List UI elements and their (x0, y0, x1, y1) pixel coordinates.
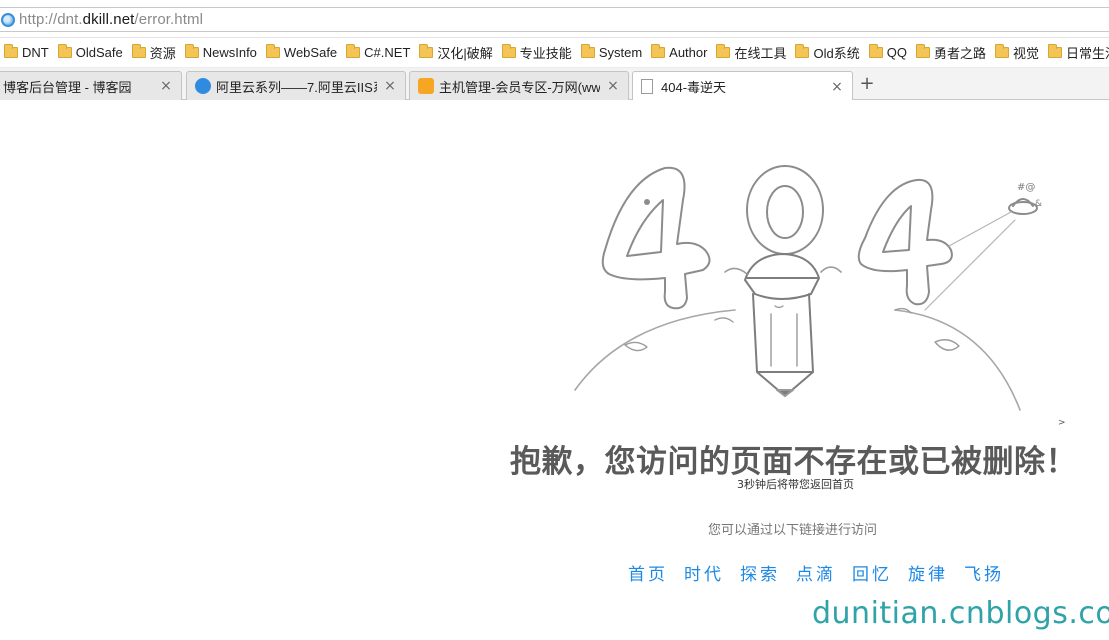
folder-icon (915, 44, 930, 58)
folder-icon (131, 44, 146, 58)
close-icon[interactable]: × (830, 79, 844, 95)
folder-icon (4, 44, 18, 58)
folder-icon (716, 44, 731, 58)
link-explore[interactable]: 探索 (740, 560, 780, 585)
tab-host-management[interactable]: 主机管理-会员专区-万网(www. × (409, 71, 629, 100)
close-icon[interactable]: × (383, 78, 397, 94)
tab-title: 博客后台管理 - 博客园 (3, 79, 132, 95)
url-field[interactable]: http://dnt.dkill.net/error.html (0, 7, 1109, 32)
bookmark-localize-crack[interactable]: 汉化|破解 (415, 41, 495, 65)
close-icon[interactable]: × (606, 78, 620, 94)
link-soar[interactable]: 飞扬 (964, 560, 1004, 585)
tab-title: 404-毒逆天 (661, 80, 727, 95)
globe-icon (1, 12, 15, 27)
new-tab-button[interactable]: + (856, 74, 878, 96)
folder-icon (795, 44, 810, 58)
folder-icon (994, 44, 1009, 58)
hint-text: 您可以通过以下链接进行访问 (708, 523, 878, 538)
page-content: #@ & > 抱歉，您访问的页面不存在或已被删除！ 3秒钟后将带您返回首页 您可… (0, 100, 1109, 640)
address-bar: http://dnt.dkill.net/error.html (0, 0, 1109, 38)
redirect-notice: 3秒钟后将带您返回首页 (737, 478, 854, 491)
folder-icon (57, 44, 72, 58)
tab-aliyun-series[interactable]: 阿里云系列——7.阿里云IIS系列 × (186, 71, 406, 100)
link-melody[interactable]: 旋律 (908, 560, 948, 585)
bookmark-websafe[interactable]: WebSafe (262, 41, 340, 65)
folder-icon (501, 44, 516, 58)
link-home[interactable]: 首页 (628, 560, 668, 585)
bookmark-qq[interactable]: QQ (865, 41, 910, 65)
bookmark-brave-road[interactable]: 勇者之路 (912, 41, 989, 65)
stray-mark: > (1058, 418, 1066, 428)
tab-title: 主机管理-会员专区-万网(www. (439, 79, 600, 95)
wanwang-favicon-icon (418, 78, 434, 94)
bookmark-author[interactable]: Author (647, 41, 710, 65)
page-favicon-icon (641, 79, 653, 94)
bookmarks-bar: DNT OldSafe 资源 NewsInfo WebSafe C#.NET 汉… (0, 38, 1109, 68)
close-icon[interactable]: × (159, 78, 173, 94)
bookmark-online-tools[interactable]: 在线工具 (712, 41, 789, 65)
tab-title: 阿里云系列——7.阿里云IIS系列 (216, 79, 377, 95)
tab-strip: 博客后台管理 - 博客园 × 阿里云系列——7.阿里云IIS系列 × 主机管理-… (0, 68, 1109, 101)
bookmark-resources[interactable]: 资源 (128, 41, 179, 65)
folder-icon (1047, 44, 1062, 58)
folder-icon (580, 44, 595, 58)
tab-blog-admin[interactable]: 博客后台管理 - 博客园 × (0, 71, 182, 100)
folder-icon (265, 44, 280, 58)
bookmark-old-system[interactable]: Old系统 (791, 41, 862, 65)
aliyun-favicon-icon (195, 78, 211, 94)
bookmark-csharp-net[interactable]: C#.NET (342, 41, 413, 65)
folder-icon (346, 44, 361, 58)
folder-icon (651, 44, 666, 58)
bookmark-oldsafe[interactable]: OldSafe (54, 41, 126, 65)
bookmark-skills[interactable]: 专业技能 (498, 41, 575, 65)
folder-icon (868, 44, 883, 58)
bookmark-dnt[interactable]: DNT (0, 41, 52, 65)
link-moments[interactable]: 点滴 (796, 560, 836, 585)
link-era[interactable]: 时代 (684, 560, 724, 585)
link-memories[interactable]: 回忆 (852, 560, 892, 585)
404-illustration: #@ & (574, 165, 1042, 411)
bookmark-system[interactable]: System (577, 41, 645, 65)
bookmark-daily-life[interactable]: 日常生活 (1044, 41, 1109, 65)
page-title: 抱歉，您访问的页面不存在或已被删除！ (510, 444, 1077, 480)
watermark: dunitian.cnblogs.com (812, 596, 1109, 631)
url-text[interactable]: http://dnt.dkill.net/error.html (19, 11, 203, 28)
tab-404-active[interactable]: 404-毒逆天 × (632, 71, 853, 101)
bookmark-visual[interactable]: 视觉 (991, 41, 1042, 65)
folder-icon (184, 44, 199, 58)
svg-text:#@: #@ (1017, 182, 1035, 193)
nav-links: 首页 时代 探索 点滴 回忆 旋律 飞扬 (628, 560, 1004, 585)
svg-text:&: & (1035, 199, 1042, 209)
bookmark-newsinfo[interactable]: NewsInfo (181, 41, 260, 65)
folder-icon (419, 44, 434, 58)
